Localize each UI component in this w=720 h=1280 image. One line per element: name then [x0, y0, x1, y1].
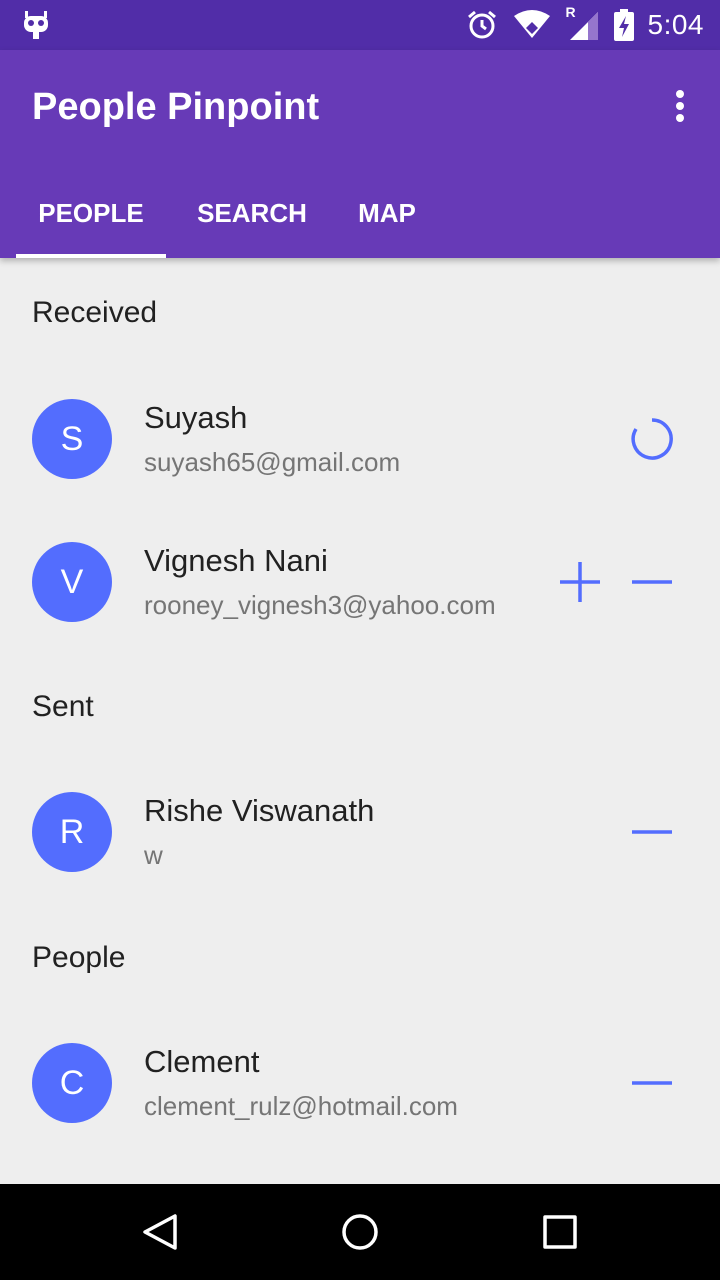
contact-email: w: [144, 840, 163, 870]
people-list: Received S Suyash suyash65@gmail.com V V…: [0, 258, 720, 1184]
contact-name: Suyash: [144, 400, 248, 435]
section-header-received: Received: [32, 296, 158, 329]
recents-button[interactable]: [530, 1202, 590, 1262]
accept-button[interactable]: [552, 554, 608, 610]
contact-name: Rishe Viswanath: [144, 793, 375, 828]
remove-icon: [632, 580, 672, 584]
overflow-menu-button[interactable]: [666, 86, 694, 126]
overflow-menu-icon: [676, 90, 684, 98]
overflow-dot: [676, 114, 684, 122]
tab-bar: PEOPLE SEARCH MAP: [0, 180, 440, 258]
alarm-icon: [467, 10, 496, 39]
tab-people[interactable]: PEOPLE: [16, 180, 166, 258]
list-item[interactable]: R Rishe Viswanath w: [0, 772, 720, 892]
cancel-request-button[interactable]: [624, 804, 680, 860]
contact-email: clement_rulz@hotmail.com: [144, 1091, 458, 1121]
remove-person-button[interactable]: [624, 1055, 680, 1111]
cyanogenmod-icon: [24, 11, 48, 39]
contact-email: suyash65@gmail.com: [144, 447, 401, 477]
app-bar: People Pinpoint PEOPLE SEARCH MAP: [0, 50, 720, 258]
recents-icon: [543, 1215, 577, 1249]
home-icon: [342, 1214, 378, 1250]
avatar: C: [32, 1043, 112, 1123]
avatar: R: [32, 792, 112, 872]
tab-map[interactable]: MAP: [334, 180, 440, 258]
list-item[interactable]: S Suyash suyash65@gmail.com: [0, 379, 720, 499]
avatar: V: [32, 542, 112, 622]
wifi-icon: [513, 10, 550, 38]
decline-button[interactable]: [624, 554, 680, 610]
navigation-bar: [0, 1184, 720, 1280]
contact-name: Vignesh Nani: [144, 543, 328, 578]
list-item[interactable]: V Vignesh Nani rooney_vignesh3@yahoo.com: [0, 522, 720, 642]
contact-name: Clement: [144, 1044, 260, 1079]
tab-search[interactable]: SEARCH: [174, 180, 330, 258]
battery-charging-icon: [613, 9, 634, 41]
status-time: 5:04: [647, 9, 704, 40]
remove-icon: [632, 1081, 672, 1085]
section-header-sent: Sent: [32, 690, 94, 723]
home-button[interactable]: [330, 1202, 390, 1262]
app-title: People Pinpoint: [32, 86, 320, 128]
status-bar: R 5:04: [0, 0, 720, 50]
section-header-people: People: [32, 941, 126, 974]
back-icon: [143, 1214, 177, 1250]
signal-roaming-icon: R: [566, 4, 600, 42]
list-item[interactable]: C Clement clement_rulz@hotmail.com: [0, 1023, 720, 1143]
loading-spinner-icon: [631, 418, 673, 460]
back-button[interactable]: [130, 1202, 190, 1262]
add-icon: [560, 562, 600, 602]
remove-icon: [632, 830, 672, 834]
avatar: S: [32, 399, 112, 479]
overflow-dot: [676, 102, 684, 110]
contact-email: rooney_vignesh3@yahoo.com: [144, 590, 496, 620]
loading-spinner: [624, 411, 680, 467]
